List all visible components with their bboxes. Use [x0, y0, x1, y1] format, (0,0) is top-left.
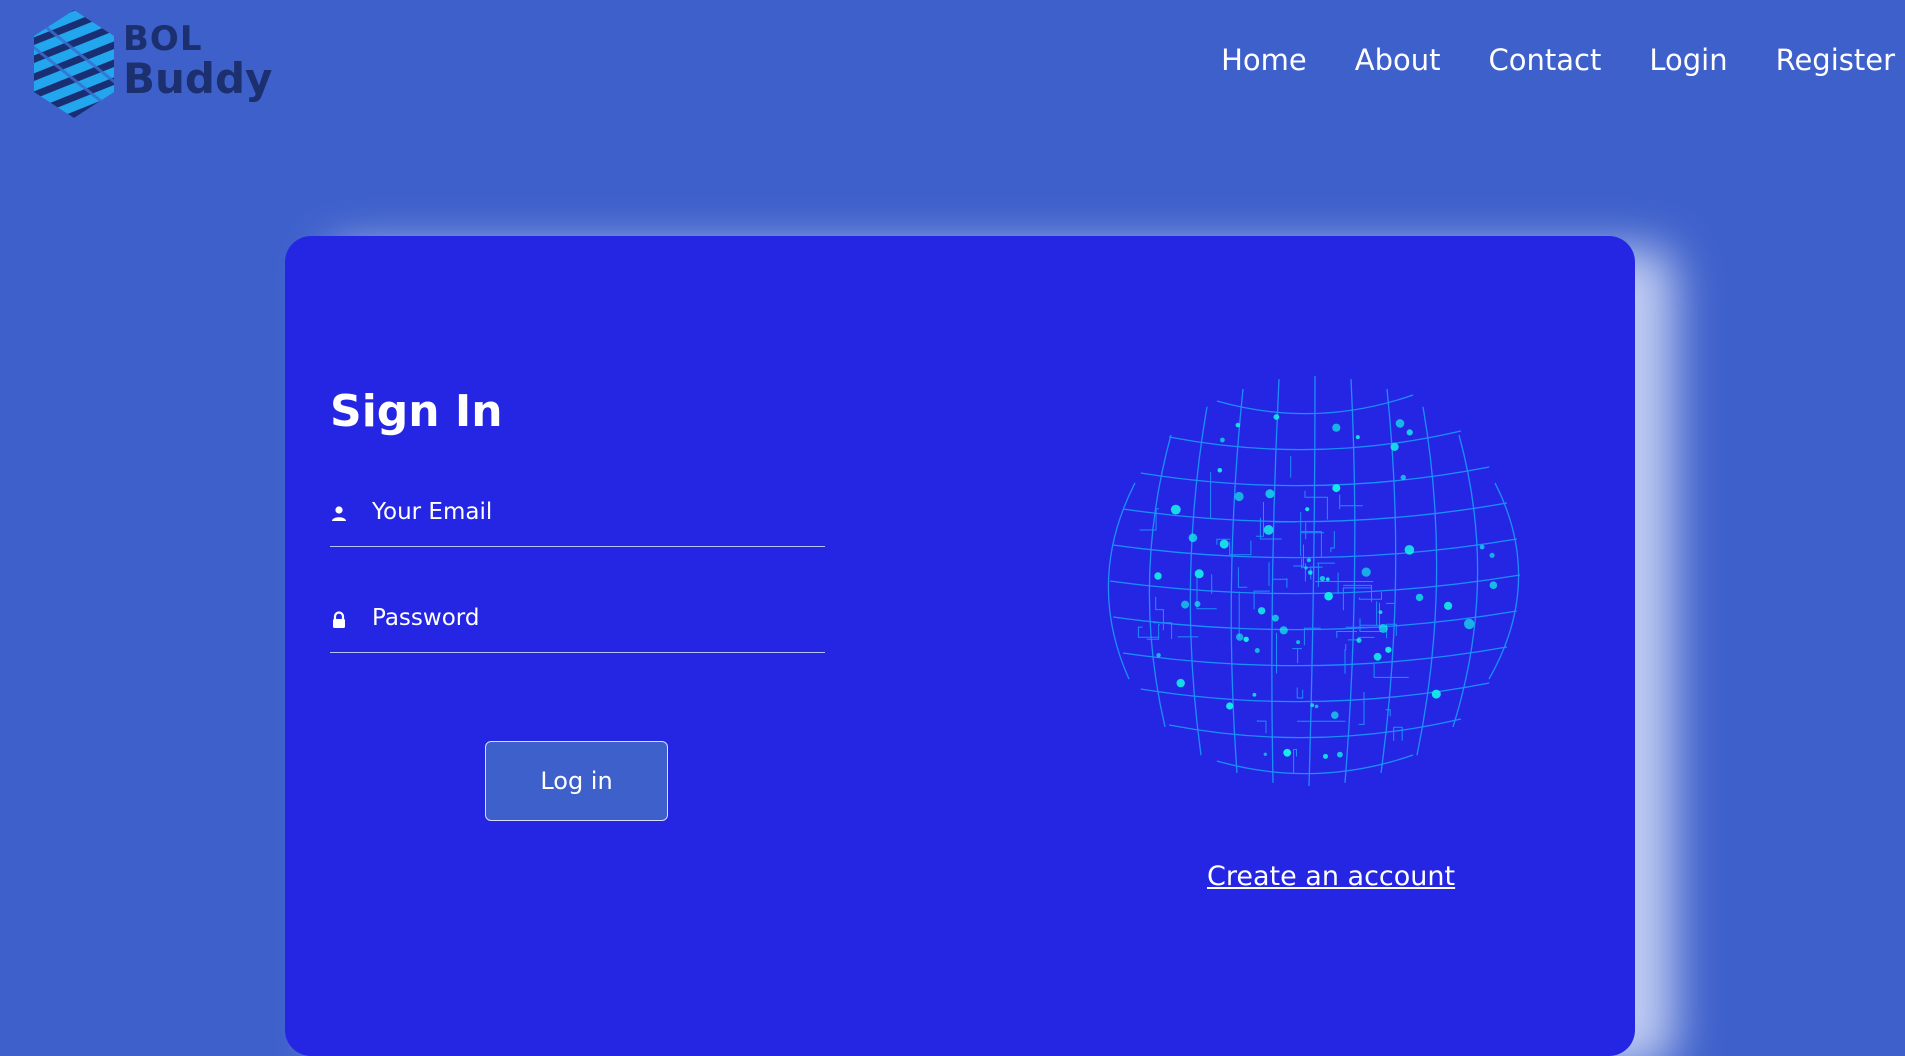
lock-icon: [333, 611, 345, 628]
password-field-group: [330, 598, 825, 653]
email-field-group: [330, 492, 825, 547]
nav-home[interactable]: Home: [1221, 40, 1307, 80]
top-nav: Home About Contact Login Register: [1221, 40, 1905, 80]
nav-login[interactable]: Login: [1649, 40, 1727, 80]
user-icon: [332, 506, 346, 521]
nav-contact[interactable]: Contact: [1489, 40, 1602, 80]
brand-name-line1: BOL: [123, 19, 203, 59]
signin-card: Sign In Log in Create an account: [285, 236, 1635, 1056]
brand-logo[interactable]: BOL Buddy: [32, 8, 272, 123]
nav-register[interactable]: Register: [1776, 40, 1895, 80]
hexagon-logo-icon: [34, 10, 114, 118]
nav-about[interactable]: About: [1355, 40, 1441, 80]
brand-name: BOL Buddy: [123, 22, 272, 100]
email-input[interactable]: [372, 492, 812, 532]
password-input[interactable]: [372, 598, 812, 638]
digital-globe-illustration: [1107, 375, 1521, 787]
create-account-link[interactable]: Create an account: [1207, 861, 1455, 892]
login-button[interactable]: Log in: [485, 741, 668, 821]
brand-name-line2: Buddy: [123, 54, 273, 103]
page-title: Sign In: [330, 386, 503, 437]
